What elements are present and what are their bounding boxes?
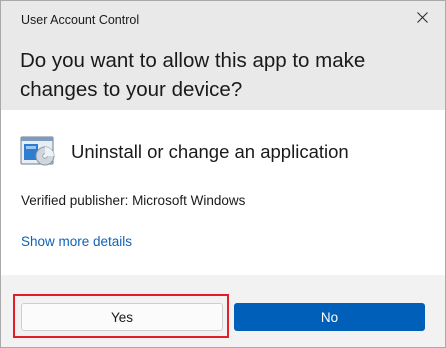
close-icon: [416, 12, 428, 23]
uac-dialog: User Account Control Do you want to allo…: [0, 0, 446, 348]
no-button[interactable]: No: [234, 303, 425, 331]
publisher-info: Verified publisher: Microsoft Windows: [21, 193, 246, 208]
dialog-header: User Account Control Do you want to allo…: [1, 1, 445, 110]
window-title: User Account Control: [21, 13, 140, 27]
programs-and-features-icon: [20, 136, 55, 166]
prompt-question: Do you want to allow this app to make ch…: [20, 49, 366, 101]
app-name: Uninstall or change an application: [71, 141, 349, 162]
close-button[interactable]: [399, 1, 445, 34]
show-more-details-link[interactable]: Show more details: [21, 234, 132, 249]
yes-button-highlight: [13, 294, 229, 338]
